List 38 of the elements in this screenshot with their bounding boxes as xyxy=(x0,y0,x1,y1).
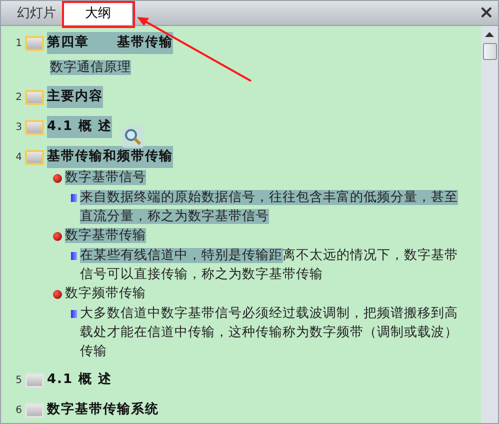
slide-number: 6 xyxy=(14,404,23,418)
slide-number: 5 xyxy=(14,374,23,388)
slide-icon[interactable] xyxy=(25,372,44,388)
slide-title[interactable]: 基带传输和频带传输 xyxy=(47,146,173,168)
bullet-icon xyxy=(53,174,62,182)
slide-title[interactable]: 主要内容 xyxy=(47,86,103,108)
scroll-up-icon[interactable] xyxy=(485,32,494,37)
bullet-icon xyxy=(53,232,62,240)
slide-icon[interactable] xyxy=(25,120,44,134)
close-button[interactable]: × xyxy=(478,4,494,22)
tab[interactable]: 大纲 xyxy=(63,2,133,25)
slide-icon[interactable] xyxy=(25,90,44,104)
sub-bullet-text: 来自数据终端的原始数据信号，往往包含丰富的低频分量，甚至直流分量，称之为数字基带信号 xyxy=(80,189,459,226)
slide-title[interactable]: 第四章 基带传输 xyxy=(47,32,173,54)
bullet-text: 数字基带信号 xyxy=(65,169,146,187)
bullet-text: 数字基带传输 xyxy=(65,227,146,245)
slide-icon[interactable] xyxy=(25,150,44,164)
slide-title[interactable]: 4.1 概 述 xyxy=(47,369,112,391)
slide-title[interactable]: 4.1 概 述 xyxy=(47,116,112,138)
sub-bullet-text: 在某些有线信道中，特别是传输距离不太远的情况下，数字基带信号可以直接传输，称之为数字基带传输 xyxy=(80,247,459,284)
scrollbar[interactable] xyxy=(481,26,498,423)
slide-number: 2 xyxy=(14,90,23,104)
slide-icon[interactable] xyxy=(25,36,44,50)
sub-bullet-icon xyxy=(71,194,77,202)
bullet-icon xyxy=(53,290,62,298)
bullet-text: 数字频带传输 xyxy=(65,285,146,303)
slide-number: 1 xyxy=(14,36,23,50)
slide-number: 3 xyxy=(14,120,23,134)
sub-bullet-icon xyxy=(71,252,77,260)
slide-number: 4 xyxy=(14,150,23,164)
slide-title[interactable]: 数字基带传输系统 xyxy=(47,399,159,421)
slide-icon[interactable] xyxy=(25,402,44,418)
scroll-thumb[interactable] xyxy=(482,43,496,60)
sub-bullet-icon xyxy=(71,310,77,318)
magnifier-icon xyxy=(122,126,144,148)
slide-subtitle: 数字通信原理 xyxy=(50,60,131,75)
tab[interactable]: 幻灯片 xyxy=(3,2,63,25)
sub-bullet-text: 大多数信道中数字基带信号必须经过载波调制，把频谱搬移到高载处才能在信道中传输，这种传输称为数字频带（调制或载波）传输 xyxy=(80,305,459,361)
